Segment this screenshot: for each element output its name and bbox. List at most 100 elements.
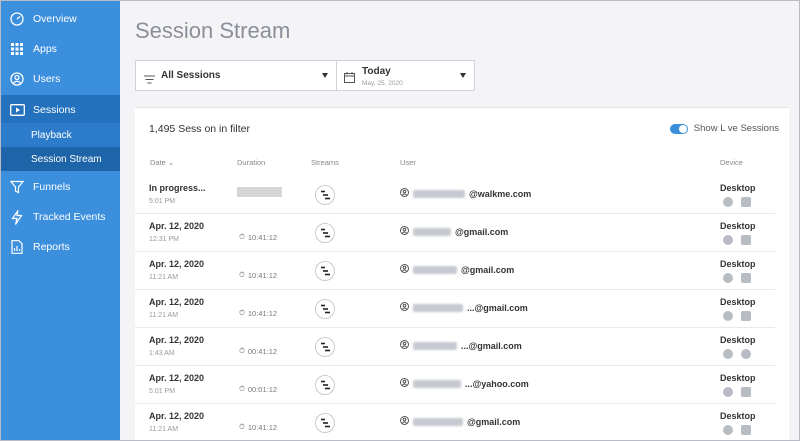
column-header-date[interactable]: Date ⌄ <box>150 158 174 167</box>
session-duration: ⏱ 10:41:12 <box>239 232 277 242</box>
session-user[interactable]: @walkme.com <box>400 188 531 199</box>
table-row[interactable]: Apr. 12, 2020 5:01 PM ⏱ 00:01:12 ...@yaho… <box>135 366 775 404</box>
user-email-domain: @gmail.com <box>455 226 509 237</box>
sidebar-item-overview[interactable]: Overview <box>0 4 120 34</box>
stream-icon[interactable] <box>315 223 335 243</box>
session-duration: ⏱ 10:41:12 <box>239 422 277 432</box>
sidebar-item-users[interactable]: Users <box>0 64 120 94</box>
stream-icon[interactable] <box>315 337 335 357</box>
device-type: Desktop <box>720 221 756 231</box>
sidebar-item-label: Tracked Events <box>33 211 106 223</box>
session-time: 11:21 AM <box>149 274 179 281</box>
device-icons <box>723 387 751 397</box>
sidebar-item-tracked-events[interactable]: Tracked Events <box>0 202 120 232</box>
user-email-domain: ...@gmail.com <box>461 340 522 351</box>
session-panel: 1,495 Sess on in filter Show L ve Sessio… <box>135 107 789 441</box>
session-date: In progress... <box>149 183 206 193</box>
date-filter-subtext: May, 25, 2020 <box>362 80 403 87</box>
live-sessions-label: Show L ve Sessions <box>693 123 779 134</box>
table-row[interactable]: Apr. 12, 2020 1:43 AM ⏱ 00:41:12 ...@gmai… <box>135 328 775 366</box>
sidebar-item-funnels[interactable]: Funnels <box>0 172 120 202</box>
stream-icon[interactable] <box>315 413 335 433</box>
stream-icon[interactable] <box>315 299 335 319</box>
device-type: Desktop <box>720 297 756 307</box>
session-date: Apr. 12, 2020 <box>149 411 205 421</box>
user-name-redacted <box>413 189 465 198</box>
device-icons <box>723 235 751 245</box>
device-type: Desktop <box>720 183 756 193</box>
sidebar-item-label: Apps <box>33 43 57 55</box>
browser-chrome-icon <box>723 311 733 321</box>
sidebar-subitem-playback[interactable]: Playback <box>0 123 120 147</box>
stream-icon[interactable] <box>315 261 335 281</box>
user-email-domain: @gmail.com <box>461 264 515 275</box>
session-time: 1:43 AM <box>149 350 175 357</box>
session-date: Apr. 12, 2020 <box>149 297 205 307</box>
table-row[interactable]: In progress... 5:01 PM @walkme.com Deskt… <box>135 176 775 214</box>
user-email-domain: @gmail.com <box>467 416 521 427</box>
session-time: 11:21 AM <box>149 312 179 319</box>
device-type: Desktop <box>720 411 756 421</box>
sidebar-item-sessions[interactable]: Sessions <box>0 95 120 125</box>
user-icon <box>9 71 25 87</box>
session-count: 1,495 Sess on in filter <box>149 123 250 135</box>
browser-safari-icon <box>723 349 733 359</box>
table-row[interactable]: Apr. 12, 2020 11:21 AM ⏱ 10:41:12 ...@gma… <box>135 290 775 328</box>
device-type: Desktop <box>720 335 756 345</box>
session-user[interactable]: ...@gmail.com <box>400 302 528 313</box>
live-sessions-toggle-group[interactable]: Show L ve Sessions <box>669 123 779 134</box>
user-name-redacted <box>413 341 457 350</box>
stopwatch-icon: ⏱ <box>239 232 245 241</box>
video-icon <box>9 102 25 118</box>
user-name-redacted <box>413 227 451 236</box>
stopwatch-icon: ⏱ <box>239 384 245 393</box>
device-icons <box>723 197 751 207</box>
user-icon <box>400 264 409 275</box>
session-user[interactable]: @gmail.com <box>400 226 508 237</box>
user-name-redacted <box>413 265 457 274</box>
sidebar-subitem-label: Playback <box>31 129 72 141</box>
session-user[interactable]: @gmail.com <box>400 264 514 275</box>
duration-value: 00:01:12 <box>247 384 278 394</box>
live-sessions-toggle[interactable] <box>669 123 688 134</box>
sidebar-item-label: Users <box>33 73 61 85</box>
session-filter-dropdown[interactable]: All Sessions <box>135 60 337 91</box>
session-date: Apr. 12, 2020 <box>149 221 205 231</box>
sidebar-item-apps[interactable]: Apps <box>0 34 120 64</box>
duration-value: 10:41:12 <box>247 270 278 280</box>
sidebar-subitem-session-stream[interactable]: Session Stream <box>0 147 120 171</box>
session-duration: ⏱ 00:41:12 <box>239 346 277 356</box>
user-icon <box>400 302 409 313</box>
date-filter-dropdown[interactable]: Today May, 25, 2020 <box>336 60 475 91</box>
user-email-domain: @walkme.com <box>469 188 532 199</box>
page-title: Session Stream <box>135 18 291 43</box>
sidebar-item-label: Funnels <box>33 181 71 193</box>
table-row[interactable]: Apr. 12, 2020 12:31 PM ⏱ 10:41:12 @gmail.… <box>135 214 775 252</box>
session-duration: ⏱ 00:01:12 <box>239 384 277 394</box>
session-date: Apr. 12, 2020 <box>149 373 205 383</box>
session-duration: ⏱ 10:41:12 <box>239 270 277 280</box>
caret-down-icon <box>460 73 466 78</box>
grid-icon <box>9 41 25 57</box>
device-icons <box>723 349 751 359</box>
stream-icon[interactable] <box>315 375 335 395</box>
session-time: 11:21 AM <box>149 426 179 433</box>
duration-value: 10:41:12 <box>247 422 278 432</box>
session-time: 5:01 PM <box>149 388 176 395</box>
duration-value: 10:41:12 <box>247 232 278 242</box>
session-user[interactable]: ...@gmail.com <box>400 340 522 351</box>
device-icons <box>723 425 751 435</box>
browser-chrome-icon <box>723 273 733 283</box>
stream-icon[interactable] <box>315 185 335 205</box>
calendar-icon <box>344 70 355 88</box>
sidebar-item-reports[interactable]: Reports <box>0 232 120 262</box>
table-row[interactable]: Apr. 12, 2020 11:21 AM ⏱ 10:41:12 @gmail.… <box>135 404 775 441</box>
browser-firefox-icon <box>723 235 733 245</box>
session-user[interactable]: @gmail.com <box>400 416 520 427</box>
column-header-streams: Streams <box>311 158 339 167</box>
browser-firefox-icon <box>723 387 733 397</box>
table-row[interactable]: Apr. 12, 2020 11:21 AM ⏱ 10:41:12 @gmail.… <box>135 252 775 290</box>
device-type: Desktop <box>720 259 756 269</box>
filter-icon <box>144 71 155 89</box>
session-user[interactable]: ...@yahoo.com <box>400 378 529 389</box>
